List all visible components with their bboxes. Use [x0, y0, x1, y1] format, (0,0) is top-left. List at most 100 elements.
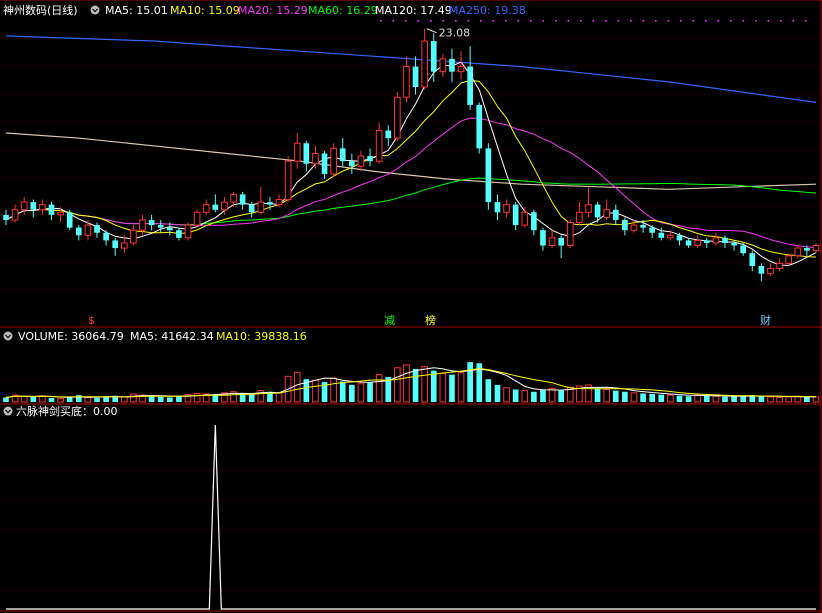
- candle-body-up: [284, 160, 292, 201]
- volume-bar-down: [649, 394, 656, 402]
- candle-body-down: [112, 240, 119, 249]
- candle-body-down: [467, 66, 473, 105]
- volume-bar-up: [503, 387, 510, 403]
- ma20-line: [5, 117, 817, 249]
- volume-ma5-line: [5, 367, 816, 398]
- candle-body-down: [303, 143, 310, 164]
- stock-chart: 23.08 $ 减榜财神州数码(日线) MA5: 15.01 MA10: 15.09 MA…: [0, 0, 822, 613]
- volume-label-0: VOLUME: 36064.79: [18, 330, 124, 343]
- candle-body-up: [230, 193, 237, 203]
- candle-body-down: [349, 161, 355, 167]
- candle-body-down: [658, 232, 665, 238]
- volume-bar-up: [130, 393, 137, 403]
- volume-bar-down: [703, 395, 710, 402]
- signal-dot: [555, 20, 557, 22]
- candle-body-up: [312, 152, 319, 165]
- candle-body-up: [403, 66, 410, 98]
- volume-bar-up: [293, 371, 301, 403]
- volume-bar-up: [84, 396, 92, 403]
- indicator-line: [6, 424, 816, 610]
- volume-bar-down: [430, 370, 437, 402]
- candle-body-up: [120, 242, 128, 249]
- ma60-line: [5, 177, 817, 226]
- volume-bar-up: [667, 394, 674, 403]
- signal-dot: [730, 20, 732, 22]
- candle-body-up: [566, 222, 574, 247]
- volume-bar-down: [75, 395, 82, 402]
- signal-dot: [705, 20, 707, 22]
- volume-bar-down: [612, 390, 619, 402]
- volume-bar-down: [248, 394, 255, 402]
- candle-body-down: [212, 204, 219, 210]
- volume-bar-up: [767, 396, 774, 403]
- candle-body-down: [649, 227, 656, 233]
- candle-body-down: [103, 232, 109, 241]
- volume-bar-up: [375, 374, 383, 403]
- candle-body-up: [275, 199, 283, 206]
- candle-body-up: [57, 211, 64, 216]
- volume-bar-down: [148, 396, 155, 402]
- ma5-line: [5, 61, 817, 267]
- candle-body-down: [722, 237, 728, 243]
- candle-body-down: [449, 58, 455, 72]
- signal-dot: [630, 20, 632, 22]
- candle-body-down: [66, 212, 73, 228]
- candle-body-up: [202, 204, 210, 213]
- volume-bar-down: [367, 382, 373, 402]
- candle-body-up: [667, 234, 674, 239]
- ma-label-5: MA250: 19.38: [449, 4, 526, 17]
- volume-bar-up: [421, 366, 428, 403]
- event-marker-0: $: [88, 314, 95, 327]
- ma120-line: [5, 132, 817, 190]
- ma-label-0: MA5: 15.01: [105, 4, 168, 17]
- volume-bar-down: [512, 389, 519, 402]
- candle-body-down: [531, 212, 537, 231]
- high-price-label: 23.08: [439, 27, 471, 40]
- candle-body-down: [558, 237, 564, 246]
- candle-body-up: [794, 247, 802, 257]
- signal-dot: [755, 20, 757, 22]
- volume-bar-down: [339, 381, 346, 402]
- volume-bar-up: [603, 388, 610, 403]
- candle-body-up: [776, 262, 783, 270]
- candle-body-up: [375, 129, 383, 162]
- candle-body-down: [157, 225, 164, 228]
- candle-body-down: [30, 202, 37, 210]
- signal-dot: [692, 20, 695, 22]
- candle-body-up: [457, 66, 465, 73]
- volume-bar-up: [521, 390, 529, 403]
- candle-body-up: [221, 201, 228, 211]
- candle-body-down: [385, 130, 392, 139]
- candle-body-up: [694, 239, 702, 247]
- chevron-down-icon: [90, 5, 100, 15]
- candle-body-down: [476, 104, 483, 149]
- signal-dot: [567, 20, 570, 22]
- signal-dot: [792, 20, 795, 22]
- ma250-line: [5, 35, 817, 103]
- volume-chevron-icon: [3, 331, 13, 341]
- stock-title: 神州数码(日线): [3, 3, 78, 17]
- signal-dot: [467, 20, 470, 22]
- candle-body-up: [394, 96, 401, 139]
- candle-body-up: [439, 58, 447, 73]
- volume-bar-up: [694, 394, 702, 403]
- candle-body-up: [767, 268, 774, 275]
- candle-body-down: [321, 153, 328, 174]
- volume-bar-down: [412, 368, 419, 402]
- candle-body-up: [812, 245, 820, 252]
- candle-body-down: [248, 204, 255, 213]
- volume-bar-up: [457, 371, 465, 403]
- candle-body-down: [412, 66, 419, 88]
- candle-body-up: [630, 224, 638, 231]
- volume-bar-down: [804, 396, 810, 402]
- volume-bar-up: [630, 392, 638, 403]
- volume-bar-up: [20, 395, 28, 403]
- signal-dot: [780, 20, 782, 22]
- volume-bar-up: [776, 396, 783, 403]
- signal-dot: [617, 20, 620, 22]
- candle-body-up: [603, 209, 610, 218]
- volume-bar-down: [594, 388, 601, 402]
- candle-body-down: [166, 227, 173, 231]
- indicator-chevron-icon: [3, 406, 13, 416]
- candle-body-down: [676, 235, 683, 241]
